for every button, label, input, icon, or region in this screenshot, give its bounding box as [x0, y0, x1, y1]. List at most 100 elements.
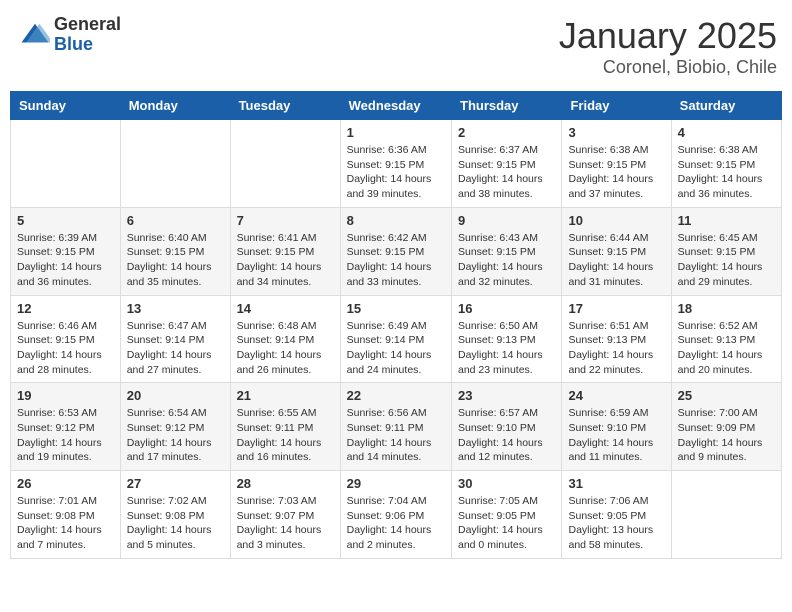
calendar-cell: 4Sunrise: 6:38 AMSunset: 9:15 PMDaylight… — [671, 120, 781, 208]
calendar-cell: 20 Sunrise: 6:54 AMSunset: 9:12 PMDayligh… — [120, 383, 230, 471]
calendar-cell: 25 Sunrise: 7:00 AMSunset: 9:09 PMDayligh… — [671, 383, 781, 471]
calendar-cell — [11, 120, 121, 208]
day-info: Sunrise: 6:38 AMSunset: 9:15 PMDaylight:… — [568, 143, 664, 202]
weekday-header-row: SundayMondayTuesdayWednesdayThursdayFrid… — [11, 92, 782, 120]
day-number: 20 — [127, 388, 224, 403]
day-number: 13 — [127, 301, 224, 316]
day-info: Sunrise: 6:57 AMSunset: 9:10 PMDaylight:… — [458, 406, 555, 465]
calendar-cell — [671, 471, 781, 559]
day-number: 5 — [17, 213, 114, 228]
weekday-header: Tuesday — [230, 92, 340, 120]
day-number: 9 — [458, 213, 555, 228]
weekday-header: Sunday — [11, 92, 121, 120]
day-info: Sunrise: 6:43 AMSunset: 9:15 PMDaylight:… — [458, 231, 555, 290]
day-number: 22 — [347, 388, 445, 403]
day-number: 8 — [347, 213, 445, 228]
weekday-header: Saturday — [671, 92, 781, 120]
calendar-week-row: 12 Sunrise: 6:46 AMSunset: 9:15 PMDayligh… — [11, 295, 782, 383]
logo-icon — [20, 20, 50, 50]
day-info: Sunrise: 7:02 AMSunset: 9:08 PMDaylight:… — [127, 494, 224, 553]
day-info: Sunrise: 6:52 AMSunset: 9:13 PMDaylight:… — [678, 319, 775, 378]
day-info: Sunrise: 6:51 AMSunset: 9:13 PMDaylight:… — [568, 319, 664, 378]
day-info: Sunrise: 6:45 AMSunset: 9:15 PMDaylight:… — [678, 231, 775, 290]
day-info: Sunrise: 6:54 AMSunset: 9:12 PMDaylight:… — [127, 406, 224, 465]
calendar-cell: 5 Sunrise: 6:39 AMSunset: 9:15 PMDaylight… — [11, 207, 121, 295]
calendar-cell: 15Sunrise: 6:49 AMSunset: 9:14 PMDayligh… — [340, 295, 451, 383]
location-title: Coronel, Biobio, Chile — [559, 57, 777, 78]
weekday-header: Friday — [562, 92, 671, 120]
weekday-header: Wednesday — [340, 92, 451, 120]
day-info: Sunrise: 7:01 AMSunset: 9:08 PMDaylight:… — [17, 494, 114, 553]
day-info: Sunrise: 7:06 AMSunset: 9:05 PMDaylight:… — [568, 494, 664, 553]
day-info: Sunrise: 6:50 AMSunset: 9:13 PMDaylight:… — [458, 319, 555, 378]
calendar-cell: 14 Sunrise: 6:48 AMSunset: 9:14 PMDayligh… — [230, 295, 340, 383]
day-number: 23 — [458, 388, 555, 403]
month-title: January 2025 — [559, 15, 777, 57]
day-info: Sunrise: 6:46 AMSunset: 9:15 PMDaylight:… — [17, 319, 114, 378]
day-number: 1 — [347, 125, 445, 140]
day-number: 26 — [17, 476, 114, 491]
day-number: 12 — [17, 301, 114, 316]
calendar-table: SundayMondayTuesdayWednesdayThursdayFrid… — [10, 91, 782, 559]
calendar-cell: 26 Sunrise: 7:01 AMSunset: 9:08 PMDayligh… — [11, 471, 121, 559]
day-info: Sunrise: 7:05 AMSunset: 9:05 PMDaylight:… — [458, 494, 555, 553]
day-number: 3 — [568, 125, 664, 140]
day-number: 14 — [237, 301, 334, 316]
day-number: 2 — [458, 125, 555, 140]
day-number: 15 — [347, 301, 445, 316]
calendar-cell: 28Sunrise: 7:03 AMSunset: 9:07 PMDayligh… — [230, 471, 340, 559]
day-number: 16 — [458, 301, 555, 316]
calendar-cell: 30 Sunrise: 7:05 AMSunset: 9:05 PMDayligh… — [452, 471, 562, 559]
calendar-week-row: 19 Sunrise: 6:53 AMSunset: 9:12 PMDayligh… — [11, 383, 782, 471]
calendar-cell: 11 Sunrise: 6:45 AMSunset: 9:15 PMDayligh… — [671, 207, 781, 295]
day-info: Sunrise: 6:37 AMSunset: 9:15 PMDaylight:… — [458, 143, 555, 202]
calendar-cell: 17Sunrise: 6:51 AMSunset: 9:13 PMDayligh… — [562, 295, 671, 383]
day-number: 25 — [678, 388, 775, 403]
day-info: Sunrise: 6:47 AMSunset: 9:14 PMDaylight:… — [127, 319, 224, 378]
calendar-cell: 16 Sunrise: 6:50 AMSunset: 9:13 PMDayligh… — [452, 295, 562, 383]
calendar-cell: 3 Sunrise: 6:38 AMSunset: 9:15 PMDaylight… — [562, 120, 671, 208]
calendar-cell: 7 Sunrise: 6:41 AMSunset: 9:15 PMDaylight… — [230, 207, 340, 295]
page-header: General Blue January 2025 Coronel, Biobi… — [10, 10, 782, 83]
day-info: Sunrise: 6:48 AMSunset: 9:14 PMDaylight:… — [237, 319, 334, 378]
day-number: 7 — [237, 213, 334, 228]
day-info: Sunrise: 6:42 AMSunset: 9:15 PMDaylight:… — [347, 231, 445, 290]
day-info: Sunrise: 6:55 AMSunset: 9:11 PMDaylight:… — [237, 406, 334, 465]
logo-text: General Blue — [54, 15, 121, 55]
day-info: Sunrise: 6:39 AMSunset: 9:15 PMDaylight:… — [17, 231, 114, 290]
day-info: Sunrise: 7:00 AMSunset: 9:09 PMDaylight:… — [678, 406, 775, 465]
day-info: Sunrise: 6:53 AMSunset: 9:12 PMDaylight:… — [17, 406, 114, 465]
calendar-week-row: 1 Sunrise: 6:36 AMSunset: 9:15 PMDaylight… — [11, 120, 782, 208]
calendar-cell: 24Sunrise: 6:59 AMSunset: 9:10 PMDayligh… — [562, 383, 671, 471]
calendar-cell: 12 Sunrise: 6:46 AMSunset: 9:15 PMDayligh… — [11, 295, 121, 383]
day-info: Sunrise: 7:04 AMSunset: 9:06 PMDaylight:… — [347, 494, 445, 553]
calendar-week-row: 5 Sunrise: 6:39 AMSunset: 9:15 PMDaylight… — [11, 207, 782, 295]
calendar-cell: 10Sunrise: 6:44 AMSunset: 9:15 PMDayligh… — [562, 207, 671, 295]
calendar-cell: 23 Sunrise: 6:57 AMSunset: 9:10 PMDayligh… — [452, 383, 562, 471]
weekday-header: Monday — [120, 92, 230, 120]
calendar-cell: 31 Sunrise: 7:06 AMSunset: 9:05 PMDayligh… — [562, 471, 671, 559]
calendar-cell — [230, 120, 340, 208]
day-info: Sunrise: 6:41 AMSunset: 9:15 PMDaylight:… — [237, 231, 334, 290]
logo-general-text: General — [54, 15, 121, 35]
logo-blue-text: Blue — [54, 35, 121, 55]
calendar-cell: 18Sunrise: 6:52 AMSunset: 9:13 PMDayligh… — [671, 295, 781, 383]
calendar-cell: 19 Sunrise: 6:53 AMSunset: 9:12 PMDayligh… — [11, 383, 121, 471]
calendar-cell: 22Sunrise: 6:56 AMSunset: 9:11 PMDayligh… — [340, 383, 451, 471]
day-info: Sunrise: 6:38 AMSunset: 9:15 PMDaylight:… — [678, 143, 775, 202]
weekday-header: Thursday — [452, 92, 562, 120]
day-info: Sunrise: 6:36 AMSunset: 9:15 PMDaylight:… — [347, 143, 445, 202]
day-number: 10 — [568, 213, 664, 228]
day-number: 31 — [568, 476, 664, 491]
calendar-cell: 29Sunrise: 7:04 AMSunset: 9:06 PMDayligh… — [340, 471, 451, 559]
calendar-week-row: 26 Sunrise: 7:01 AMSunset: 9:08 PMDayligh… — [11, 471, 782, 559]
calendar-cell: 13 Sunrise: 6:47 AMSunset: 9:14 PMDayligh… — [120, 295, 230, 383]
day-number: 19 — [17, 388, 114, 403]
day-number: 30 — [458, 476, 555, 491]
day-number: 11 — [678, 213, 775, 228]
calendar-cell: 21Sunrise: 6:55 AMSunset: 9:11 PMDayligh… — [230, 383, 340, 471]
calendar-cell: 8 Sunrise: 6:42 AMSunset: 9:15 PMDaylight… — [340, 207, 451, 295]
day-number: 6 — [127, 213, 224, 228]
title-section: January 2025 Coronel, Biobio, Chile — [559, 15, 777, 78]
calendar-cell: 1 Sunrise: 6:36 AMSunset: 9:15 PMDaylight… — [340, 120, 451, 208]
